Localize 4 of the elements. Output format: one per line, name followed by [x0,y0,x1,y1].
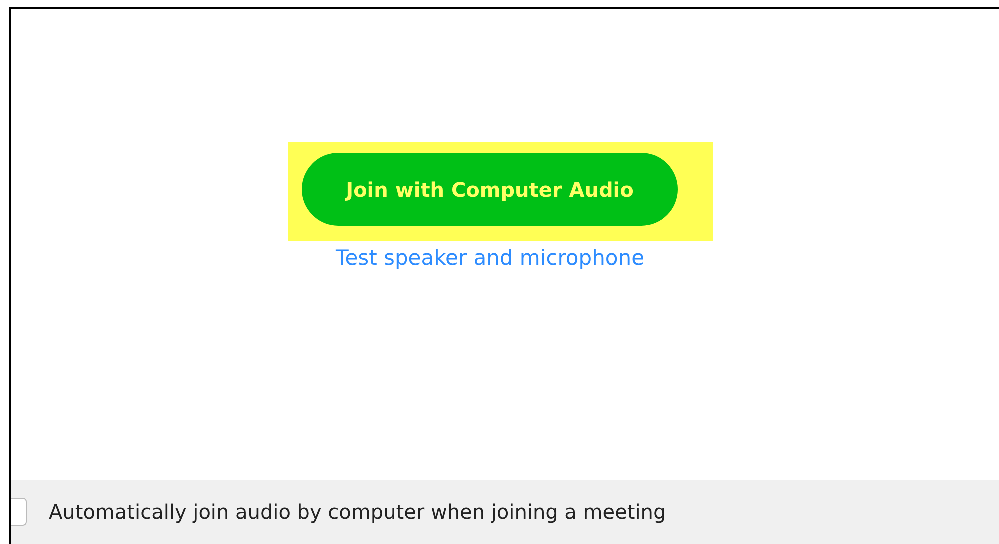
checkbox[interactable] [11,498,27,526]
join-audio-button[interactable]: Join with Computer Audio [302,153,678,226]
checkbox-label: Automatically join audio by computer when joining a meeting [49,499,666,526]
test-audio-link[interactable]: Test speaker and microphone [336,243,644,274]
